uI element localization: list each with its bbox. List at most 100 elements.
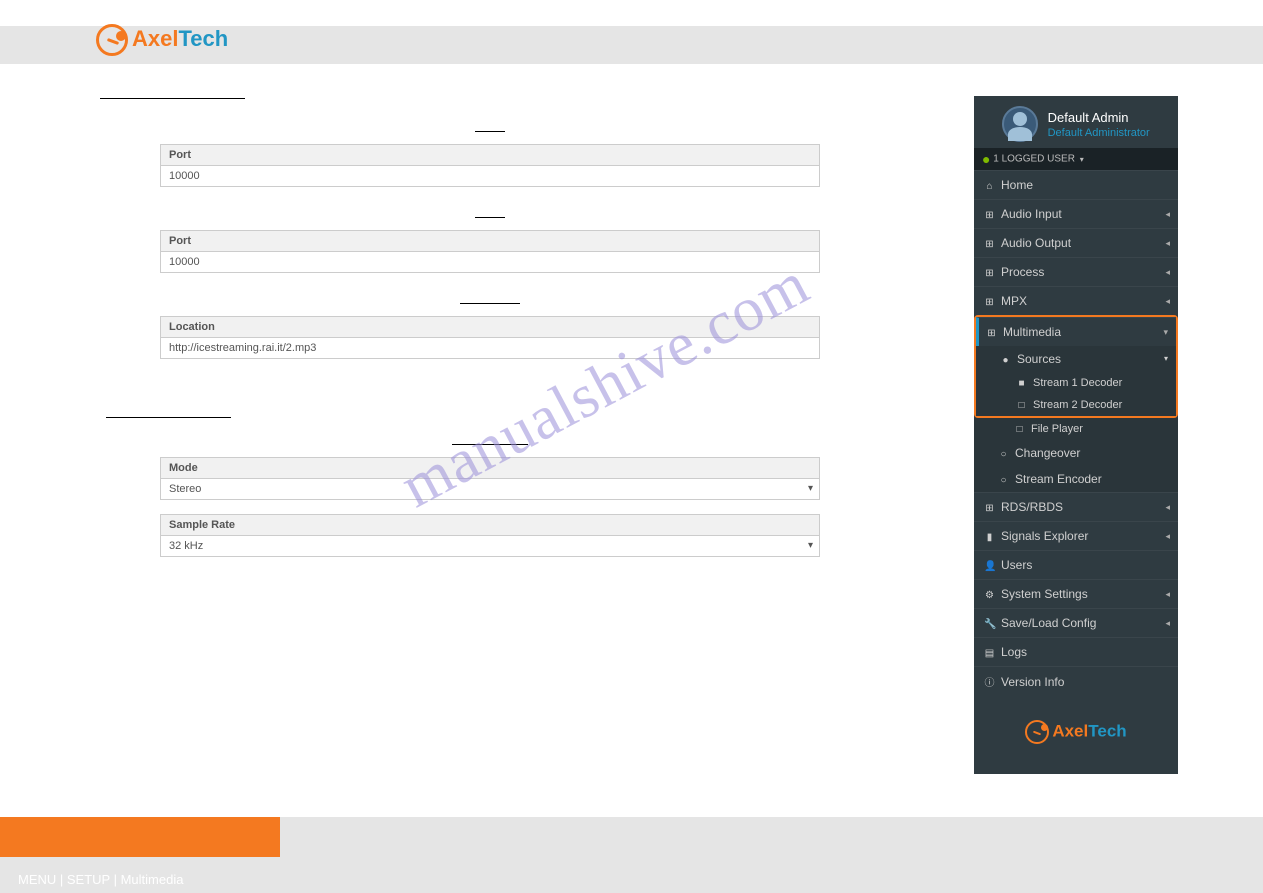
caret-left-icon: ◂ xyxy=(1165,531,1170,542)
square-icon: □ xyxy=(1016,400,1027,411)
nav-multimedia-label: Multimedia xyxy=(1003,325,1061,339)
brand-axel: Axel xyxy=(1052,721,1088,740)
mode-label: Mode xyxy=(160,457,820,478)
section-underline-1 xyxy=(100,98,245,99)
section-underline-2 xyxy=(106,417,231,418)
caret-left-icon: ◂ xyxy=(1165,209,1170,220)
nav-sources[interactable]: ● Sources ▾ xyxy=(976,346,1176,372)
wrench-icon: 🔧 xyxy=(984,619,995,630)
circle-icon: ○ xyxy=(998,449,1009,460)
login-status[interactable]: ● 1 LOGGED USER ▾ xyxy=(974,148,1178,170)
location-label: Location xyxy=(160,316,820,337)
caret-left-icon: ◂ xyxy=(1165,618,1170,629)
nav-multimedia[interactable]: ⊞ Multimedia ▾ xyxy=(976,317,1176,346)
field-mode: Mode Stereo xyxy=(160,457,820,500)
caret-left-icon: ◂ xyxy=(1165,267,1170,278)
highlighted-nav-section: ⊞ Multimedia ▾ ● Sources ▾ ■Stream 1 Decoder… xyxy=(974,315,1178,418)
nav-saveload-label: Save/Load Config xyxy=(1001,616,1096,630)
footer-orange-block xyxy=(0,817,280,857)
sidebar-header: Default Admin Default Administrator xyxy=(974,96,1178,148)
status-dot-icon: ● xyxy=(982,151,990,167)
nav-changeover-label: Changeover xyxy=(1015,446,1080,460)
nav-stream-encoder-label: Stream Encoder xyxy=(1015,472,1102,486)
user-name: Default Admin xyxy=(1048,110,1129,125)
caret-down-icon: ▾ xyxy=(1163,327,1168,338)
nav-changeover[interactable]: ○ Changeover xyxy=(974,440,1178,466)
port2-label: Port xyxy=(160,230,820,251)
field-divider-4 xyxy=(452,444,528,445)
nav-sidebar: Default Admin Default Administrator ● 1 … xyxy=(974,96,1178,774)
nav-stream1-decoder[interactable]: ■Stream 1 Decoder xyxy=(976,372,1176,394)
user-icon: 👤 xyxy=(984,561,995,572)
nav-audio-output[interactable]: ⊞Audio Output◂ xyxy=(974,228,1178,257)
field-port-1: Port 10000 xyxy=(160,144,820,187)
location-value[interactable]: http://icestreaming.rai.it/2.mp3 xyxy=(160,337,820,359)
port2-value[interactable]: 10000 xyxy=(160,251,820,273)
home-icon: ⌂ xyxy=(984,181,995,192)
field-sample-rate: Sample Rate 32 kHz xyxy=(160,514,820,557)
caret-left-icon: ◂ xyxy=(1165,589,1170,600)
nav-system-label: System Settings xyxy=(1001,587,1088,601)
logo-swirl-icon xyxy=(1025,720,1049,744)
footer-breadcrumb: MENU | SETUP | Multimedia xyxy=(18,872,183,887)
status-text: 1 LOGGED USER xyxy=(993,154,1075,165)
nav-process[interactable]: ⊞Process◂ xyxy=(974,257,1178,286)
caret-left-icon: ◂ xyxy=(1165,296,1170,307)
caret-down-icon: ▾ xyxy=(1164,354,1168,363)
gear-icon: ⚙ xyxy=(984,590,995,601)
nav-users[interactable]: 👤 Users xyxy=(974,550,1178,579)
nav-audio-input[interactable]: ⊞ Audio Input ◂ xyxy=(974,199,1178,228)
field-divider-3 xyxy=(460,303,520,304)
nav-file-player[interactable]: □ File Player xyxy=(974,418,1178,440)
nav-audio-input-label: Audio Input xyxy=(1001,207,1062,221)
grid-icon: ⊞ xyxy=(984,210,995,221)
brand-axel: Axel xyxy=(132,26,178,51)
nav-stream2-decoder[interactable]: □ Stream 2 Decoder xyxy=(976,394,1176,416)
nav-logs[interactable]: ▤Logs xyxy=(974,637,1178,666)
nav-rds-label: RDS/RBDS xyxy=(1001,500,1063,514)
field-port-2: Port 10000 xyxy=(160,230,820,273)
grid-icon: ⊞ xyxy=(984,268,995,279)
caret-left-icon: ◂ xyxy=(1165,238,1170,249)
circle-icon: ○ xyxy=(998,475,1009,486)
sidebar-brand-logo: AxelTech xyxy=(974,696,1178,754)
port1-value[interactable]: 10000 xyxy=(160,165,820,187)
grid-icon: ⊞ xyxy=(984,239,995,250)
nav-version[interactable]: ⓘVersion Info xyxy=(974,666,1178,696)
nav-version-label: Version Info xyxy=(1001,675,1064,689)
nav-file-player-label: File Player xyxy=(1031,423,1083,435)
nav-signals[interactable]: ▮ Signals Explorer ◂ xyxy=(974,521,1178,550)
square-icon: □ xyxy=(1014,424,1025,435)
port1-label: Port xyxy=(160,144,820,165)
brand-logo-top: AxelTech xyxy=(96,24,228,56)
list-icon: ▤ xyxy=(984,648,995,659)
user-role: Default Administrator xyxy=(1048,127,1150,139)
nav-home[interactable]: ⌂Home xyxy=(974,170,1178,199)
brand-tech: Tech xyxy=(178,26,228,51)
nav-system-settings[interactable]: ⚙ System Settings ◂ xyxy=(974,579,1178,608)
nav-mpx[interactable]: ⊞ MPX ◂ xyxy=(974,286,1178,315)
main-content: Port 10000 Port 10000 Location http://ic… xyxy=(100,80,880,587)
nav-stream-encoder[interactable]: ○ Stream Encoder xyxy=(974,466,1178,492)
status-caret-icon: ▾ xyxy=(1080,155,1084,164)
nav-signals-label: Signals Explorer xyxy=(1001,529,1088,543)
brand-tech: Tech xyxy=(1088,721,1126,740)
grid-icon: ⊞ xyxy=(984,503,995,514)
nav-mpx-label: MPX xyxy=(1001,294,1027,308)
caret-left-icon: ◂ xyxy=(1165,502,1170,513)
nav-sources-label: Sources xyxy=(1017,352,1061,366)
nav-stream2-label: Stream 2 Decoder xyxy=(1033,399,1122,411)
samplerate-select[interactable]: 32 kHz xyxy=(160,535,820,557)
bars-icon: ▮ xyxy=(984,532,995,543)
samplerate-label: Sample Rate xyxy=(160,514,820,535)
mode-select[interactable]: Stereo xyxy=(160,478,820,500)
field-location: Location http://icestreaming.rai.it/2.mp… xyxy=(160,316,820,359)
nav-users-label: Users xyxy=(1001,558,1032,572)
grid-icon: ⊞ xyxy=(986,328,997,339)
bullet-icon: ● xyxy=(1000,355,1011,366)
square-filled-icon: ■ xyxy=(1016,378,1027,389)
field-divider-1 xyxy=(475,131,505,132)
grid-icon: ⊞ xyxy=(984,297,995,308)
nav-rds[interactable]: ⊞ RDS/RBDS ◂ xyxy=(974,492,1178,521)
nav-save-load[interactable]: 🔧 Save/Load Config ◂ xyxy=(974,608,1178,637)
